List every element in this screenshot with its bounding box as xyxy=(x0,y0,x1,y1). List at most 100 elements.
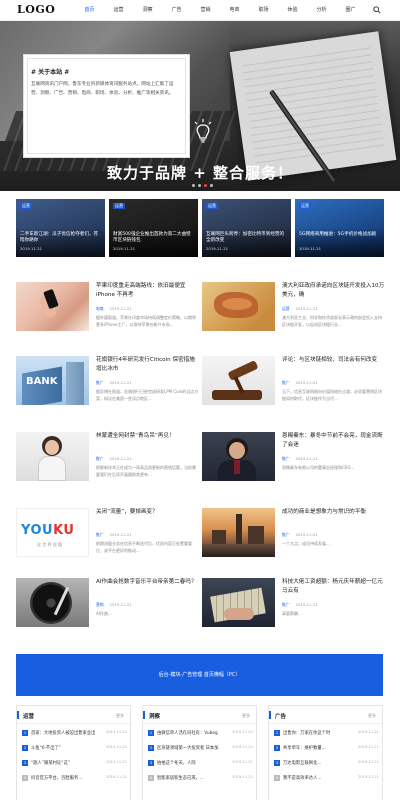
nav-item-insight[interactable]: 洞察 xyxy=(133,0,162,20)
featured-card[interactable]: 运营 二手车新江湖：瓜子优信抢夺者们，苍暗你路你 2019-11-21 xyxy=(16,199,105,257)
list-item-date: 2019-11-21 xyxy=(106,775,127,779)
article-item[interactable]: YOUKU 这 世 界 很 酷 关闭“流量”，要掉画变？ 推广 2019-11-2… xyxy=(16,508,199,574)
hero-carousel-dots xyxy=(192,184,213,187)
article-thumbnail[interactable] xyxy=(202,282,275,331)
article-item[interactable]: 澳大利亚政府承诺向区块链开发投入10万美元，确 运营 2019-11-21 澳大利… xyxy=(202,282,385,348)
search-icon[interactable] xyxy=(373,6,381,14)
article-title[interactable]: 科技大佬工资超额：杨元庆年薪超一亿元 马云有 xyxy=(282,578,385,596)
article-thumbnail[interactable] xyxy=(202,356,275,405)
list-item[interactable]: 4 智能家居新生态已来，... 2019-11-21 xyxy=(148,773,253,785)
article-title[interactable]: 评论：与区块链相较，司法会有何改变 xyxy=(282,356,385,365)
list-item[interactable]: 2 共享单车：维护数量... 2019-11-21 xyxy=(274,743,379,755)
list-item-title[interactable]: 斗鱼“6·不出了” xyxy=(31,745,99,751)
rank-badge: 3 xyxy=(274,760,280,766)
article-category[interactable]: 推广 xyxy=(282,380,290,385)
article-category[interactable]: 电商 xyxy=(96,306,104,311)
nav-item-operations[interactable]: 运营 xyxy=(104,0,133,20)
nav-item-ecommerce[interactable]: 电商 xyxy=(220,0,249,20)
nav-item-analysis[interactable]: 分析 xyxy=(307,0,336,20)
more-link[interactable]: 更多 xyxy=(368,713,376,719)
list-item[interactable]: 2 区块链领域第一大投资者 日本加 2019-11-21 xyxy=(148,743,253,755)
article-date: 2019-11-21 xyxy=(295,380,318,385)
more-link[interactable]: 更多 xyxy=(242,713,250,719)
list-item[interactable]: 1 出售你：万家在你这个时 2019-11-21 xyxy=(274,728,379,740)
carousel-dot[interactable] xyxy=(198,184,201,187)
article-thumbnail[interactable] xyxy=(202,578,275,627)
list-item-title[interactable]: 拍拍这个冬天，人际 xyxy=(157,760,225,766)
list-item[interactable]: 1 由微信单人活在同社有：Vubeg 2019-11-21 xyxy=(148,728,253,740)
list-item-date: 2019-11-21 xyxy=(358,730,379,734)
article-title[interactable]: 林蒙遭全网封禁“青鸟吊”再见！ xyxy=(96,432,199,441)
article-category[interactable]: 运营 xyxy=(282,306,290,311)
list-item-title[interactable]: 万达电影互联网化... xyxy=(283,760,351,766)
featured-card[interactable]: 运营 财富500强企业推出首款为第二大曲壁币区块链钱包 2019-11-21 xyxy=(109,199,198,257)
nav-item-advertising[interactable]: 广告 xyxy=(162,0,191,20)
article-thumbnail[interactable] xyxy=(16,432,89,481)
list-item-title[interactable]: 抖音官方平台，百胜服务... xyxy=(31,775,99,781)
list-panel-title: 广告 xyxy=(268,711,287,720)
article-title[interactable]: 花旗银行4年研究发行Citicoin 保密措施增比冰市 xyxy=(96,356,199,374)
article-item[interactable]: 恩赐秦东：暴冬中节前不会亮，现金流断了会迷 推广 2019-11-21 恩赐秦东有… xyxy=(202,432,385,498)
article-thumbnail[interactable] xyxy=(16,282,89,331)
article-category[interactable]: 推广 xyxy=(96,380,104,385)
site-logo[interactable]: LOGO xyxy=(17,3,55,16)
list-item-title[interactable]: 我不是高效率达人... xyxy=(283,775,351,781)
article-thumbnail[interactable]: YOUKU 这 世 界 很 酷 xyxy=(16,508,89,557)
article-category[interactable]: 推广 xyxy=(282,602,290,607)
article-item[interactable]: 评论：与区块链相较，司法会有何改变 推广 2019-11-21 当下，信息互联网络… xyxy=(202,356,385,422)
list-item[interactable]: 3 “跑人”跟某村证“这” 2019-11-21 xyxy=(22,758,127,770)
article-item[interactable]: 成功的商业是想象力与常识的平衡 推广 2019-11-21 一个大点，成员持续发展… xyxy=(202,508,385,574)
list-item[interactable]: 1 首家：大地投资人被迫出售家业出 2019-11-21 xyxy=(22,728,127,740)
featured-card[interactable]: 运营 5G网络商用推进：5G手机价格战加剧 2019-11-21 xyxy=(295,199,384,257)
carousel-dot[interactable] xyxy=(192,184,195,187)
article-thumbnail[interactable] xyxy=(202,508,275,557)
article-title[interactable]: 恩赐秦东：暴冬中节前不会亮，现金流断了会迷 xyxy=(282,432,385,450)
list-item[interactable]: 2 斗鱼“6·不出了” 2019-11-21 xyxy=(22,743,127,755)
article-item[interactable]: 林蒙遭全网封禁“青鸟吊”再见！ 推广 2019-11-21 财联新技术正在成为一场… xyxy=(16,432,199,498)
nav-item-experience[interactable]: 休验 xyxy=(278,0,307,20)
list-item-date: 2019-11-21 xyxy=(106,730,127,734)
article-item[interactable]: AI作曲会抢数字音乐平台帝亲第二春吗？ 营销 2019-11-21 AI作曲... xyxy=(16,578,199,644)
article-title[interactable]: 苹果印度重走高端路线：依旧最便宜iPhone 不再考 xyxy=(96,282,199,300)
featured-card[interactable]: 运营 互联网巨头跨界：加密比特币到经营的全新改变 2019-11-21 xyxy=(202,199,291,257)
article-thumbnail[interactable] xyxy=(16,578,89,627)
main-nav: 首页 运营 洞察 广告 营销 电商 职场 休验 分析 圈广 xyxy=(75,0,365,20)
article-thumbnail[interactable]: BANK xyxy=(16,356,89,405)
article-item[interactable]: 科技大佬工资超额：杨元庆年薪超一亿元 马云有 推广 2019-11-21 高管薪酬… xyxy=(202,578,385,644)
article-category[interactable]: 营销 xyxy=(96,602,104,607)
list-item[interactable]: 4 我不是高效率达人... 2019-11-21 xyxy=(274,773,379,785)
article-category[interactable]: 推广 xyxy=(282,456,290,461)
article-item[interactable]: 苹果印度重走高端路线：依旧最便宜iPhone 不再考 电商 2019-11-21 … xyxy=(16,282,199,348)
nav-item-promotion[interactable]: 圈广 xyxy=(336,0,365,20)
list-item[interactable]: 3 万达电影互联网化... 2019-11-21 xyxy=(274,758,379,770)
list-item-title[interactable]: 首家：大地投资人被迫出售家业出 xyxy=(31,730,99,736)
carousel-dot[interactable] xyxy=(210,184,213,187)
list-item-title[interactable]: 区块链领域第一大投资者 日本加 xyxy=(157,745,225,751)
list-item[interactable]: 4 抖音官方平台，百胜服务... 2019-11-21 xyxy=(22,773,127,785)
list-item[interactable]: 3 拍拍这个冬天，人际 2019-11-21 xyxy=(148,758,253,770)
nav-item-home[interactable]: 首页 xyxy=(75,0,104,20)
list-item-date: 2019-11-21 xyxy=(106,745,127,749)
article-title[interactable]: 成功的商业是想象力与常识的平衡 xyxy=(282,508,385,517)
ad-banner[interactable]: 后台-模块-广告管理 首页横幅（PC） xyxy=(16,654,383,696)
carousel-dot-active[interactable] xyxy=(204,184,207,187)
nav-item-workplace[interactable]: 职场 xyxy=(249,0,278,20)
article-category[interactable]: 推广 xyxy=(96,532,104,537)
article-summary: 前期流量业务在信息不断迭代后，优质内容正处置重要位，该平台更好的推动... xyxy=(96,541,192,553)
article-category[interactable]: 推广 xyxy=(96,456,104,461)
list-item-title[interactable]: 共享单车：维护数量... xyxy=(283,745,351,751)
list-item-title[interactable]: 出售你：万家在你这个时 xyxy=(283,730,351,736)
article-title[interactable]: 关闭“流量”，要掉画变？ xyxy=(96,508,199,517)
article-category[interactable]: 推广 xyxy=(282,532,290,537)
list-item-title[interactable]: 由微信单人活在同社有：Vubeg xyxy=(157,730,225,736)
article-thumbnail[interactable] xyxy=(202,432,275,481)
list-item-title[interactable]: “跑人”跟某村证“这” xyxy=(31,760,99,766)
article-title[interactable]: 澳大利亚政府承诺向区块链开发投入10万美元，确 xyxy=(282,282,385,300)
article-item[interactable]: BANK 花旗银行4年研究发行Citicoin 保密措施增比冰市 推广 2019-… xyxy=(16,356,199,422)
article-title[interactable]: AI作曲会抢数字音乐平台帝亲第二春吗？ xyxy=(96,578,199,587)
list-item-title[interactable]: 智能家居新生态已来，... xyxy=(157,775,225,781)
article-date: 2019-11-21 xyxy=(295,456,318,461)
article-date: 2019-11-21 xyxy=(109,532,132,537)
more-link[interactable]: 更多 xyxy=(116,713,124,719)
nav-item-marketing[interactable]: 营销 xyxy=(191,0,220,20)
